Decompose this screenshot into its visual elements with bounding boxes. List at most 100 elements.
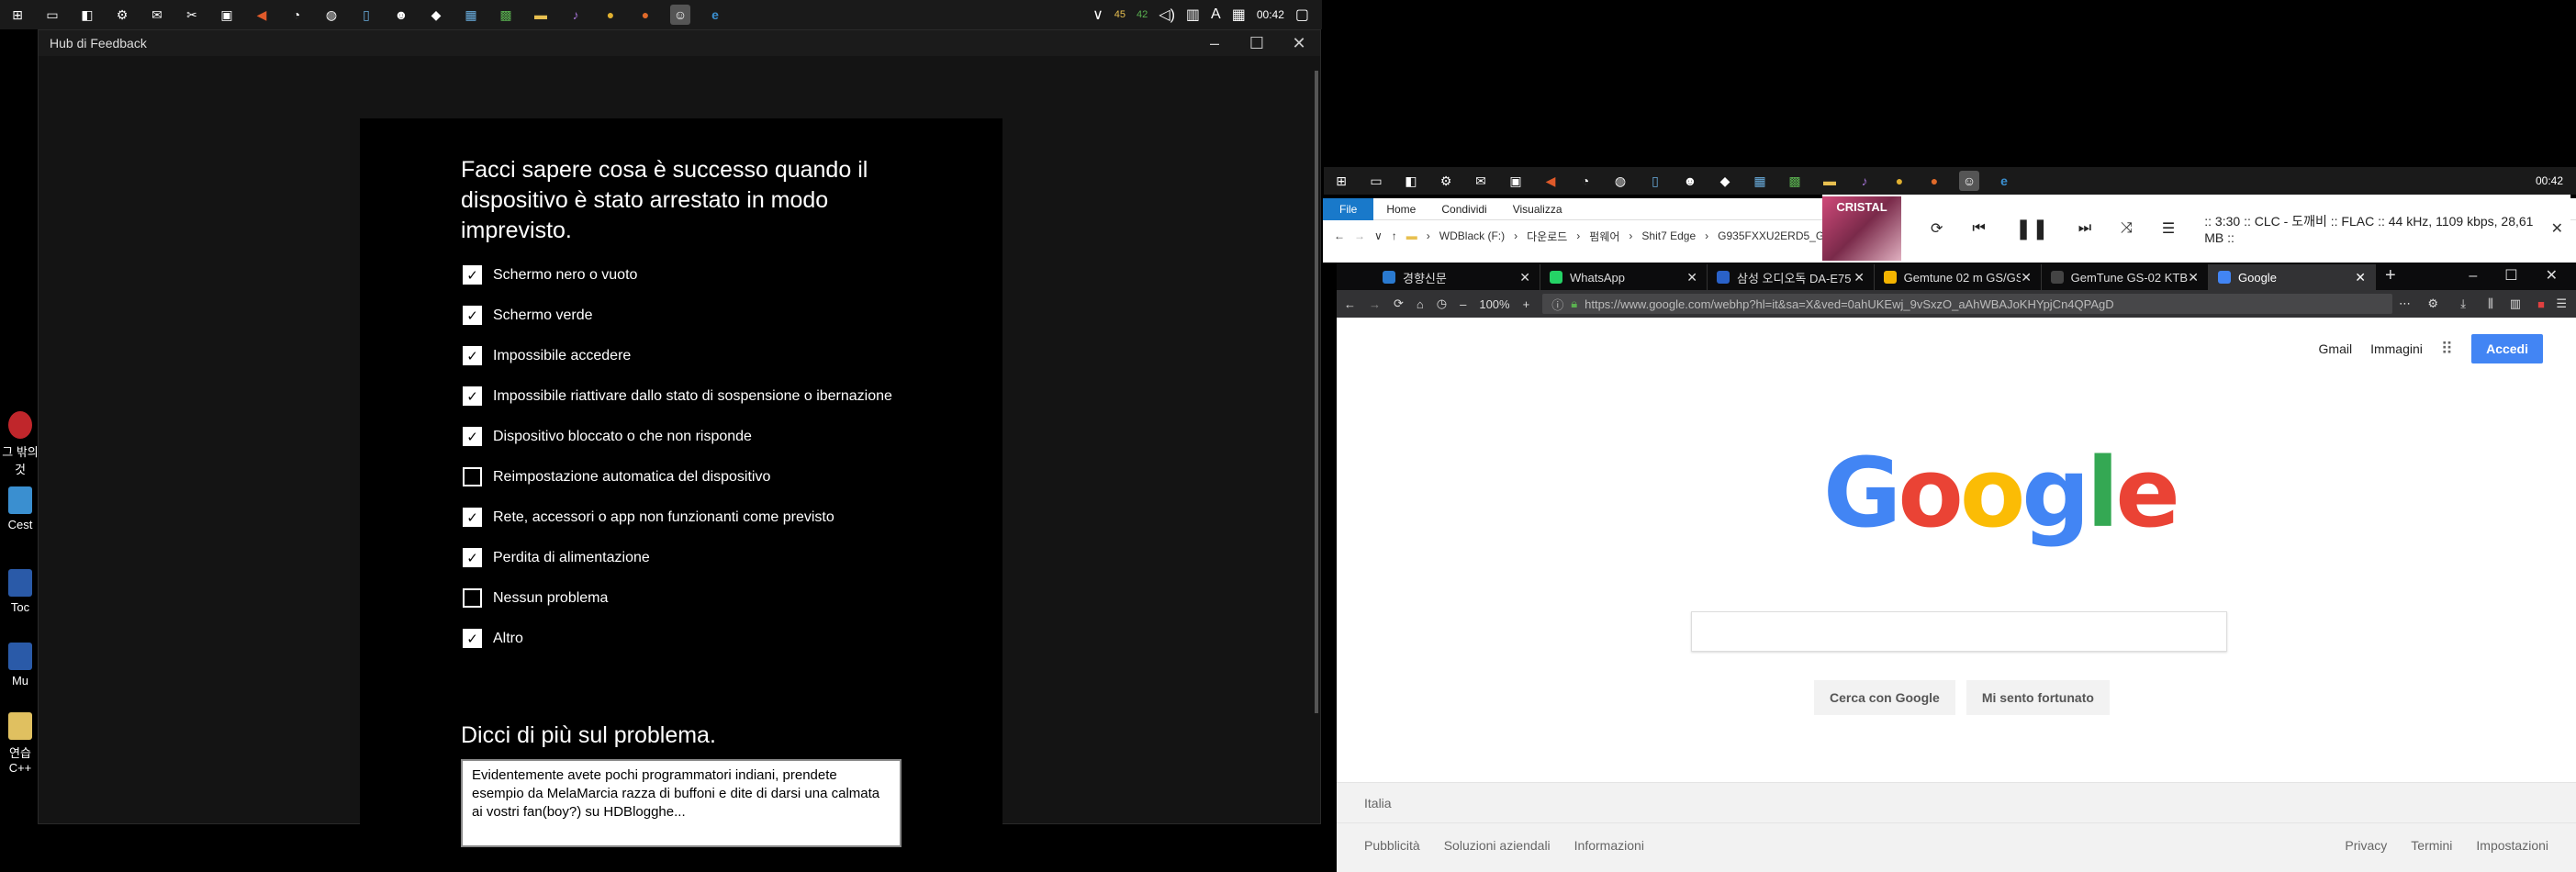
close-tab-icon[interactable]: ✕ [1519, 270, 1530, 285]
close-tab-icon[interactable]: ✕ [1686, 270, 1697, 285]
feedback-option[interactable]: ✓ Perdita di alimentazione [463, 548, 650, 567]
map-icon[interactable]: ▩ [1785, 171, 1805, 191]
feedback-option[interactable]: Nessun problema [463, 588, 608, 608]
checkbox[interactable] [463, 467, 482, 486]
footer-link-ads[interactable]: Pubblicità [1364, 838, 1420, 853]
gauge-icon[interactable]: ◔ [1575, 171, 1596, 191]
minimize-icon[interactable]: – [1193, 34, 1236, 53]
feedback-option[interactable]: ✓ Dispositivo bloccato o che non risponde [463, 427, 752, 446]
downloads-icon[interactable]: ⤓ [2460, 296, 2466, 311]
photos-icon[interactable]: ▣ [1506, 171, 1526, 191]
gmail-link[interactable]: Gmail [2319, 341, 2353, 356]
chrome-icon[interactable]: ● [600, 5, 621, 25]
browser-tab[interactable]: WhatsApp ✕ [1540, 264, 1708, 290]
ime-indicator[interactable]: A [1211, 6, 1221, 23]
photos-icon[interactable]: ▣ [217, 5, 237, 25]
checkbox[interactable]: ✓ [463, 386, 482, 406]
repeat-icon[interactable]: ⟳ [1931, 219, 1943, 238]
checkbox[interactable]: ✓ [463, 629, 482, 648]
folder-icon[interactable]: ▬ [531, 5, 551, 25]
feedback-option[interactable]: Reimpostazione automatica del dispositiv… [463, 467, 770, 486]
close-tab-icon[interactable]: ✕ [2021, 270, 2032, 285]
feedback-option[interactable]: ✓ Impossibile accedere [463, 346, 631, 365]
search-button[interactable]: Cerca con Google [1814, 680, 1955, 715]
phone-icon[interactable]: ▯ [356, 5, 376, 25]
checkbox[interactable]: ✓ [463, 265, 482, 285]
feedback-option[interactable]: ✓ Schermo nero o vuoto [463, 265, 637, 285]
signin-button[interactable]: Accedi [2471, 334, 2543, 363]
task-view-icon[interactable]: ▭ [42, 5, 62, 25]
forward-icon[interactable]: → [1354, 229, 1365, 242]
feedback-option[interactable]: ✓ Rete, accessori o app non funzionanti c… [463, 508, 834, 527]
footer-link-privacy[interactable]: Privacy [2345, 838, 2387, 853]
apps-grid-icon[interactable]: ⠿ [2441, 340, 2453, 359]
mail-icon[interactable]: ✉ [147, 5, 167, 25]
back-icon[interactable]: ← [1344, 297, 1356, 311]
checkbox[interactable]: ✓ [463, 508, 482, 527]
close-icon[interactable]: ✕ [2546, 266, 2558, 285]
footer-link-business[interactable]: Soluzioni aziendali [1444, 838, 1551, 853]
ribbon-tab-home[interactable]: Home [1373, 203, 1428, 216]
ribbon-tab-file[interactable]: File [1323, 197, 1374, 220]
browser-tab[interactable]: Google ✕ [2209, 264, 2376, 290]
settings-icon[interactable]: ⚙ [1436, 171, 1456, 191]
breadcrumb-item[interactable]: Shit7 Edge [1641, 229, 1696, 242]
feedback-textarea[interactable]: Evidentemente avete pochi programmatori … [461, 759, 902, 847]
gear-icon[interactable]: ⚙ [2427, 296, 2438, 311]
windows-start-icon[interactable]: ⊞ [7, 5, 28, 25]
chevron-up-icon[interactable]: ∨ [1092, 6, 1103, 24]
keyboard-icon[interactable]: ▦ [1232, 6, 1246, 24]
feedback-hub-icon[interactable]: ☺ [670, 5, 690, 25]
edge-icon[interactable]: e [705, 5, 725, 25]
checkbox[interactable]: ✓ [463, 306, 482, 325]
up-icon[interactable]: ↑ [1392, 229, 1397, 242]
ribbon-tab-view[interactable]: Visualizza [1500, 203, 1575, 216]
close-tab-icon[interactable]: ✕ [2355, 270, 2366, 285]
images-link[interactable]: Immagini [2370, 341, 2423, 356]
phone-icon[interactable]: ▯ [1645, 171, 1665, 191]
close-icon[interactable]: ✕ [1278, 34, 1320, 53]
firefox-icon[interactable]: ● [1924, 171, 1944, 191]
checkbox[interactable]: ✓ [463, 548, 482, 567]
maximize-icon[interactable]: ☐ [1236, 34, 1278, 53]
new-tab-icon[interactable]: + [2385, 265, 2396, 286]
minimize-icon[interactable]: – [2469, 268, 2477, 285]
speaker-icon[interactable]: ◀ [252, 5, 272, 25]
google-search-input[interactable] [1691, 611, 2227, 652]
clock[interactable]: 00:42 [1257, 8, 1284, 21]
volume-icon[interactable]: ◁) [1159, 6, 1175, 24]
zoom-out-icon[interactable]: – [1460, 297, 1466, 311]
desktop-icon[interactable]: 그 밖의 것 [0, 411, 40, 477]
close-tab-icon[interactable]: ✕ [1854, 270, 1865, 285]
calc-icon[interactable]: ▦ [1750, 171, 1770, 191]
checkbox[interactable] [463, 588, 482, 608]
scrollbar[interactable] [1315, 71, 1318, 713]
maximize-icon[interactable]: ☐ [2504, 266, 2517, 285]
breadcrumb-item[interactable]: WDBlack (F:) [1439, 229, 1505, 242]
globe-icon[interactable]: ◍ [1610, 171, 1630, 191]
footer-link-about[interactable]: Informazioni [1574, 838, 1644, 853]
url-bar[interactable]: ⓘ 🔒︎ https://www.google.com/webhp?hl=it&… [1542, 294, 2392, 314]
library-icon[interactable]: ⫼ [2488, 296, 2493, 311]
task-view-icon[interactable]: ▭ [1366, 171, 1386, 191]
playlist-icon[interactable]: ☰ [2162, 219, 2175, 238]
app-icon[interactable]: ◆ [1715, 171, 1735, 191]
sidebar-icon[interactable]: ▥ [2510, 296, 2521, 311]
network-icon[interactable]: ▥ [1186, 6, 1200, 24]
menu-icon[interactable]: ☰ [2556, 296, 2567, 311]
windows-start-icon[interactable]: ⊞ [1331, 171, 1351, 191]
checkbox[interactable]: ✓ [463, 346, 482, 365]
people-icon[interactable]: ☻ [391, 5, 411, 25]
window-titlebar[interactable]: Hub di Feedback – ☐ ✕ [39, 30, 1320, 56]
browser-tab[interactable]: GemTune GS-02 KTBI ✕ [2042, 264, 2209, 290]
music-icon[interactable]: ♪ [566, 5, 586, 25]
desktop-icon[interactable]: Mu [0, 643, 40, 688]
mail-icon[interactable]: ✉ [1471, 171, 1491, 191]
close-tab-icon[interactable]: ✕ [2188, 270, 2199, 285]
previous-icon[interactable]: ⏮ [1972, 220, 1985, 237]
zoom-in-icon[interactable]: + [1523, 297, 1530, 311]
zoom-level[interactable]: 100% [1479, 297, 1509, 311]
ribbon-tab-share[interactable]: Condividi [1428, 203, 1499, 216]
speaker-icon[interactable]: ◀ [1540, 171, 1561, 191]
store-icon[interactable]: ◧ [1401, 171, 1421, 191]
